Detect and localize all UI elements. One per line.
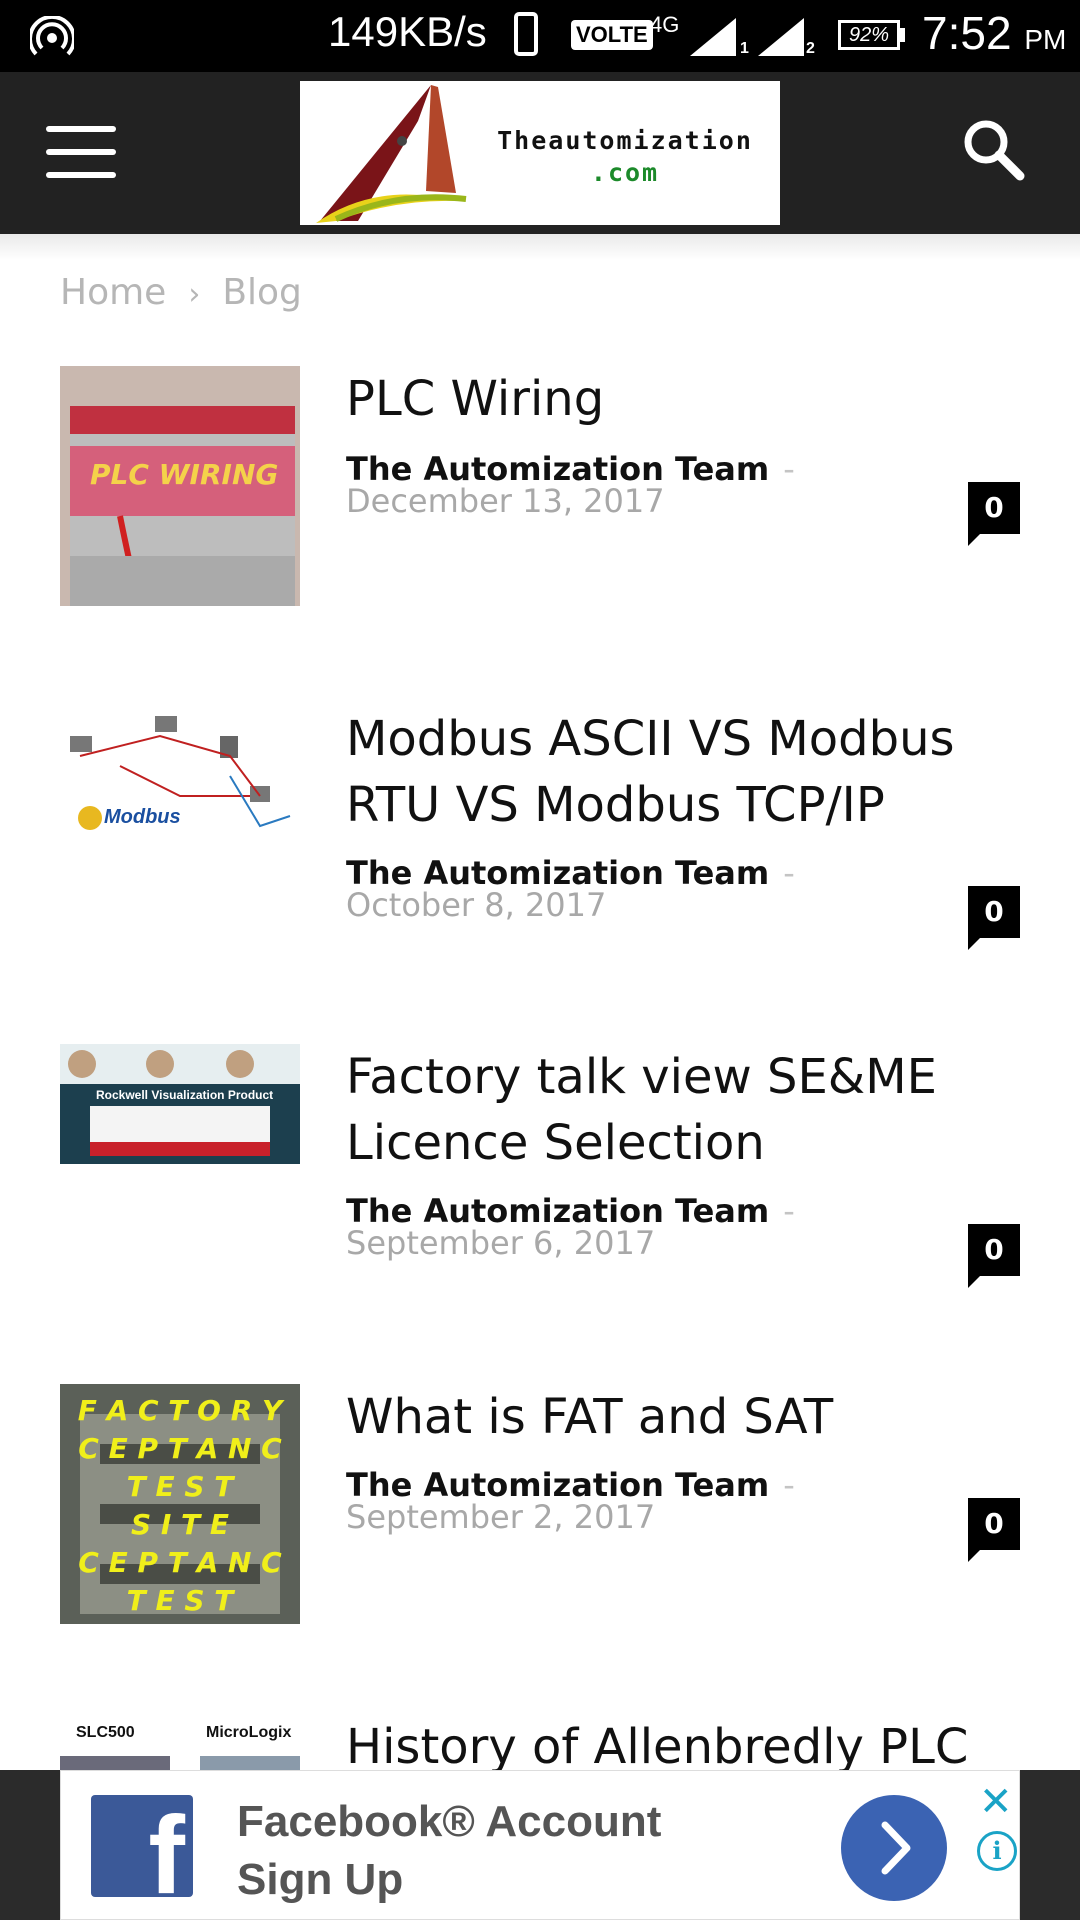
comment-count[interactable]: 0 (968, 1224, 1020, 1288)
ad-banner[interactable]: f Facebook® Account Sign Up ✕ i (60, 1770, 1020, 1920)
sim-2-label: 2 (806, 40, 815, 57)
comment-count[interactable]: 0 (968, 1498, 1020, 1562)
sim-1-label: 1 (740, 40, 749, 57)
comment-count[interactable]: 0 (968, 482, 1020, 546)
site-logo[interactable]: Theautomization .com (300, 81, 780, 225)
post-thumbnail[interactable]: Rockwell Visualization Product (60, 1044, 300, 1164)
clock: 7:52 PM (922, 7, 1067, 59)
post-date: September 6, 2017 (346, 1224, 656, 1262)
facebook-icon: f (91, 1795, 193, 1897)
network-speed: 149KB/s (328, 8, 487, 55)
rockwell-product-image-icon (60, 1044, 300, 1164)
menu-icon-bar (46, 172, 116, 178)
ad-text[interactable]: Facebook® Account Sign Up (237, 1793, 757, 1909)
search-icon[interactable] (960, 116, 1026, 182)
logo-line-2: .com (590, 158, 660, 187)
menu-icon-bar (46, 149, 116, 155)
status-bar: 149KB/s VOLTE 4G 1 2 92% 7:52 PM (0, 0, 1080, 72)
meta-separator: - (783, 1192, 795, 1230)
thumb-line: T E S T (126, 1584, 234, 1617)
volte-badge: VOLTE (571, 20, 653, 50)
post-title[interactable]: What is FAT and SAT (346, 1384, 986, 1450)
signal-icon (690, 18, 736, 56)
thumb-label: PLC WIRING (90, 458, 279, 491)
logo-line-1: Theautomization (497, 126, 753, 155)
post-date: October 8, 2017 (346, 886, 607, 924)
battery-tip (900, 28, 905, 42)
meta-separator: - (783, 450, 795, 488)
thumb-line: S I T E (130, 1508, 230, 1541)
menu-icon (46, 126, 116, 132)
breadcrumb-separator: › (188, 277, 201, 312)
post-thumbnail[interactable]: Modbus (60, 706, 300, 946)
battery-icon: 92% (838, 20, 900, 50)
logo-mark-icon (316, 85, 467, 223)
post-title[interactable]: Factory talk view SE&ME Licence Selectio… (346, 1044, 986, 1176)
breadcrumb-current[interactable]: Blog (222, 272, 302, 313)
breadcrumb-home[interactable]: Home (60, 272, 166, 313)
logo-text: Theautomization .com (480, 125, 770, 189)
info-icon[interactable]: i (977, 1831, 1017, 1871)
thumb-label: SLC500 (76, 1724, 135, 1741)
close-icon[interactable]: ✕ (979, 1779, 1013, 1825)
post-date: September 2, 2017 (346, 1498, 656, 1536)
post-title[interactable]: PLC Wiring (346, 366, 986, 432)
post-thumbnail[interactable]: PLC WIRING (60, 366, 300, 606)
comment-count[interactable]: 0 (968, 886, 1020, 950)
hotspot-icon (30, 16, 74, 56)
post-title[interactable]: Modbus ASCII VS Modbus RTU VS Modbus TCP… (346, 706, 986, 838)
thumb-label: MicroLogix (206, 1724, 292, 1741)
post-date: December 13, 2017 (346, 482, 665, 520)
breadcrumb: Home › Blog (60, 272, 302, 313)
phone-icon (514, 12, 538, 56)
meta-separator: - (783, 1466, 795, 1504)
thumb-label: Rockwell Visualization Product (96, 1088, 274, 1102)
ad-open-button[interactable] (841, 1795, 947, 1901)
thumb-line: T E S T (126, 1470, 234, 1503)
signal-icon (758, 18, 804, 56)
thumb-line: C E P T A N C (78, 1546, 282, 1579)
thumb-line: C E P T A N C (78, 1432, 282, 1465)
header-shadow (0, 234, 1080, 260)
post-thumbnail[interactable]: F A C T O R Y C E P T A N C T E S T S I … (60, 1384, 300, 1624)
thumb-label: Modbus (104, 806, 181, 828)
thumb-line: F A C T O R Y (77, 1394, 283, 1427)
thumb-caption: F A C T O R Y C E P T A N C T E S T S I … (60, 1392, 300, 1620)
network-type: 4G (650, 12, 680, 37)
chevron-right-icon (881, 1821, 911, 1875)
meta-separator: - (783, 854, 795, 892)
menu-button[interactable] (46, 126, 116, 178)
site-header: Theautomization .com (0, 72, 1080, 234)
